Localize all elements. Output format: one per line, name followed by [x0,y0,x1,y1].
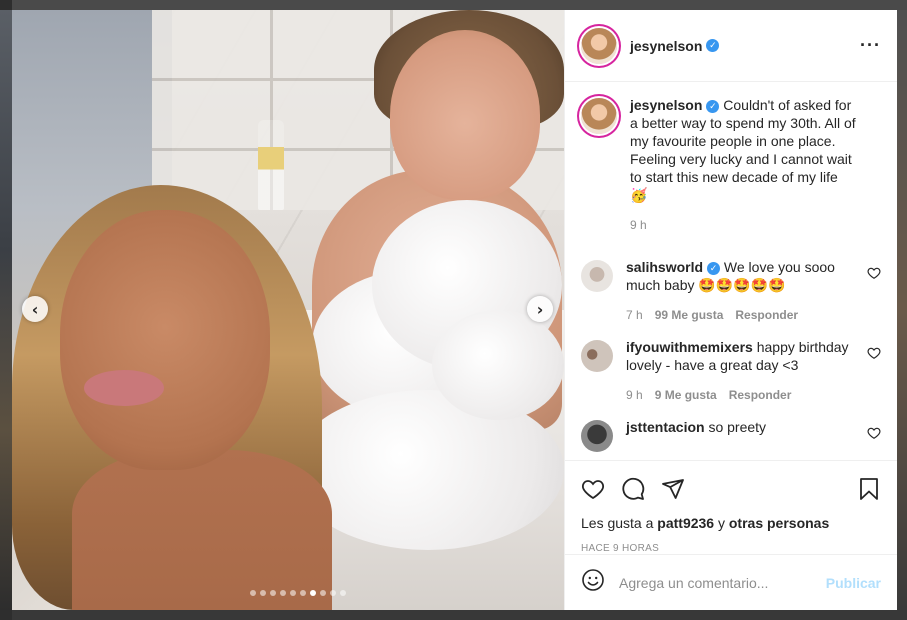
emoji-icon [582,569,604,591]
liked-by-prefix: Les gusta a [581,515,654,531]
comment-reply-button[interactable]: Responder [729,386,792,404]
photo-foam [432,310,564,420]
carousel-dot [270,590,276,596]
carousel-dot [300,590,306,596]
more-options-icon[interactable]: ··· [860,35,881,56]
avatar[interactable] [581,340,613,372]
carousel-dot [310,590,316,596]
comment-time[interactable]: 7 h [626,306,643,324]
avatar[interactable] [581,420,613,452]
caption-username[interactable]: jesynelson [630,97,702,113]
chevron-right-icon: › [536,299,544,319]
caption-time[interactable]: 9 h [630,216,647,234]
photo-person-right-head [390,30,540,200]
carousel-dot [290,590,296,596]
post-modal: ‹ › jesynelson ✓ ··· jesynelson ✓ Couldn'… [12,10,897,610]
carousel-next-button[interactable]: › [527,296,553,322]
comment-time[interactable]: 9 h [626,386,643,404]
verified-badge-icon: ✓ [706,39,720,52]
photo-champagne-glass [258,120,284,210]
avatar[interactable] [581,260,613,292]
action-icons [581,473,881,505]
comment-likes[interactable]: 9 Me gusta [655,386,717,404]
carousel-indicator [12,590,564,596]
post-side-panel: jesynelson ✓ ··· jesynelson ✓ Couldn't of… [564,10,897,610]
photo-person-left-neck [72,450,332,610]
post-caption: jesynelson ✓ Couldn't of asked for a bett… [581,96,881,234]
comment-text: so preety [708,419,767,435]
comment-input[interactable] [619,574,826,591]
publish-button[interactable]: Publicar [826,575,881,591]
backdrop-right-strip [897,10,907,610]
comment-icon[interactable] [621,477,645,501]
liked-by-others-link[interactable]: otras personas [729,515,829,531]
carousel-dot [250,590,256,596]
carousel-dot [330,590,336,596]
heart-icon[interactable] [867,346,881,360]
post-timestamp[interactable]: HACE 9 HORAS [581,543,881,554]
liked-by-text: Les gusta a patt9236 y otras personas [581,515,881,531]
liked-by-user[interactable]: patt9236 [657,515,714,531]
carousel-dot [340,590,346,596]
comment-row: salihsworld ✓ We love you sooo much baby … [581,258,881,324]
chevron-left-icon: ‹ [31,299,39,319]
comment-username[interactable]: salihsworld [626,259,703,275]
comment-reply-button[interactable]: Responder [735,306,798,324]
photo-person-left-face [60,210,270,470]
comment-row: jsttentacion so preety [581,418,881,452]
comments-list[interactable]: jesynelson ✓ Couldn't of asked for a bett… [565,82,897,460]
carousel-dot [320,590,326,596]
bookmark-icon[interactable] [857,477,881,501]
post-author-username[interactable]: jesynelson [630,38,702,54]
post-actions: Les gusta a patt9236 y otras personas HA… [565,460,897,554]
heart-icon[interactable] [867,426,881,440]
verified-badge-icon: ✓ [707,261,721,275]
share-icon[interactable] [661,477,685,501]
comment-username[interactable]: jsttentacion [626,419,705,435]
heart-icon[interactable] [581,477,605,501]
heart-icon[interactable] [867,266,881,280]
comment-username[interactable]: ifyouwithmemixers [626,339,753,355]
verified-badge-icon: ✓ [706,99,720,113]
avatar[interactable] [581,98,617,134]
backdrop-left-strip [0,10,12,610]
avatar[interactable] [581,27,617,64]
post-photo: ‹ › [12,10,564,610]
add-comment-bar: Publicar [565,554,897,610]
emoji-button[interactable] [581,568,605,597]
post-header: jesynelson ✓ ··· [565,10,897,82]
carousel-dot [280,590,286,596]
comment-row: ifyouwithmemixers happy birthday lovely … [581,338,881,404]
carousel-dot [260,590,266,596]
liked-by-joiner: y [717,515,725,531]
carousel-prev-button[interactable]: ‹ [22,296,48,322]
comment-likes[interactable]: 99 Me gusta [655,306,724,324]
photo-tongue [84,370,164,406]
